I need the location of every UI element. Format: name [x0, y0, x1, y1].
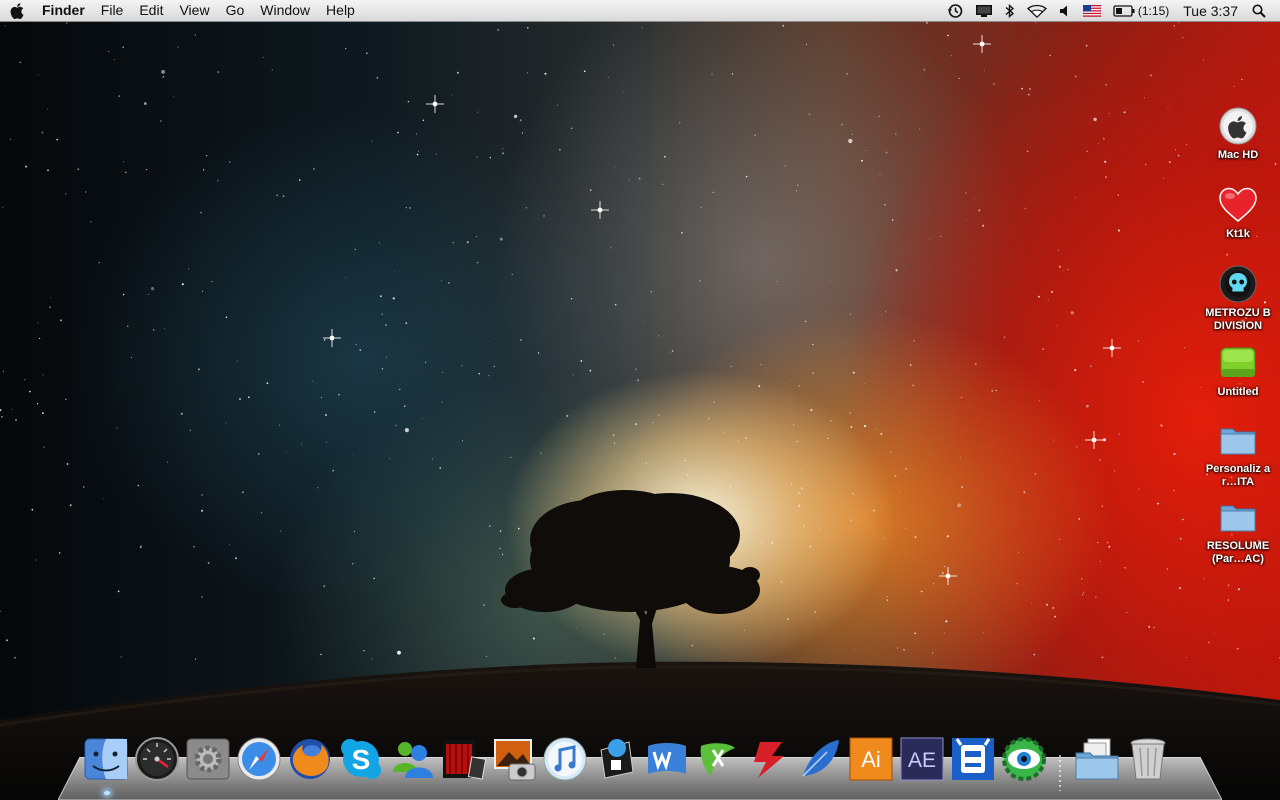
dock-illustrator[interactable]: Ai [845, 733, 896, 785]
dock-feather[interactable] [794, 733, 845, 785]
dashboard-icon [134, 737, 179, 781]
dock-robot-app[interactable] [947, 733, 998, 785]
volume-icon[interactable] [1053, 0, 1077, 21]
desktop-icon-label: Untitled [1217, 386, 1259, 398]
dock: S Ai AE [80, 733, 1173, 795]
battery-status[interactable]: (1:15) [1107, 0, 1175, 21]
spotlight-search-icon[interactable] [1246, 0, 1272, 21]
skype-icon: S [340, 739, 381, 779]
desktop-icon-metrozu[interactable]: METROZU BDIVISION [1203, 264, 1273, 333]
eye-app-icon [1001, 737, 1046, 781]
itunes-icon [543, 737, 586, 781]
apple-drive-icon [1218, 106, 1258, 146]
desktop-icon-label: Mac HD [1217, 149, 1259, 161]
battery-icon [1113, 4, 1135, 17]
desktop-icon-label: RESOLUME (Par…AC) [1206, 540, 1270, 565]
desktop-icon-label: METROZU BDIVISION [1205, 307, 1271, 332]
dock-front-row[interactable] [437, 733, 488, 785]
desktop-icon-personalizar[interactable]: Personaliz ar…ITA [1203, 420, 1273, 489]
illustrator-label: Ai [861, 747, 881, 772]
dock-separator [1049, 733, 1071, 791]
messenger-icon [392, 742, 433, 778]
dock-word[interactable] [641, 733, 692, 785]
dock-excel[interactable] [692, 733, 743, 785]
bluetooth-icon[interactable] [999, 0, 1021, 21]
running-indicator [104, 791, 110, 795]
app-menu-finder[interactable]: Finder [34, 0, 93, 21]
us-flag-input-icon[interactable] [1077, 0, 1107, 21]
folder-icon [1218, 420, 1258, 460]
dock-firefox[interactable] [284, 733, 335, 785]
dock-image-capture[interactable] [488, 733, 539, 785]
excel-icon [700, 743, 735, 776]
menu-bar: Finder File Edit View Go Window Help (1:… [0, 0, 1280, 22]
menubar-clock[interactable]: Tue 3:37 [1175, 3, 1246, 19]
menu-view[interactable]: View [171, 0, 217, 21]
wifi-icon[interactable] [1021, 0, 1053, 21]
dock-messenger[interactable] [386, 733, 437, 785]
dock-trash[interactable] [1122, 733, 1173, 785]
app-icon [599, 739, 634, 779]
desktop-icon-resolume[interactable]: RESOLUME (Par…AC) [1203, 497, 1273, 566]
finder-icon [84, 738, 127, 780]
menu-window[interactable]: Window [252, 0, 318, 21]
desktop-icon-mac-hd[interactable]: Mac HD [1203, 106, 1273, 162]
robot-app-icon [951, 738, 994, 780]
desktop-wallpaper [0, 0, 1280, 800]
skull-disc-icon [1218, 264, 1258, 304]
menu-file[interactable]: File [93, 0, 132, 21]
battery-time: (1:15) [1137, 3, 1170, 18]
green-drive-icon [1218, 343, 1258, 383]
tree-silhouette [0, 490, 1280, 800]
desktop-icon-label: Kt1k [1226, 228, 1250, 240]
after-effects-label: AE [907, 749, 935, 772]
documents-stack-icon [1075, 738, 1118, 780]
dock-after-effects[interactable]: AE [896, 733, 947, 785]
front-row-icon [442, 740, 486, 780]
desktop-icon-kt1k[interactable]: Kt1k [1203, 185, 1273, 241]
time-machine-icon[interactable] [941, 0, 969, 21]
desktop-icon-untitled[interactable]: Untitled [1203, 343, 1273, 399]
dock-documents-stack[interactable] [1071, 733, 1122, 785]
svg-text:S: S [351, 744, 370, 775]
dock-flash[interactable] [743, 733, 794, 785]
trash-icon [1130, 738, 1165, 780]
dock-finder[interactable] [80, 733, 131, 795]
menu-help[interactable]: Help [318, 0, 363, 21]
folder-icon [1218, 497, 1258, 537]
dock-skype[interactable]: S [335, 733, 386, 785]
firefox-icon [289, 739, 330, 779]
image-capture-icon [493, 739, 535, 781]
feather-icon [801, 740, 839, 777]
after-effects-icon: AE [900, 737, 943, 781]
dock-app[interactable] [590, 733, 641, 785]
desktop-icon-label: Personaliz ar…ITA [1205, 463, 1271, 488]
system-preferences-icon [186, 738, 229, 780]
dock-safari[interactable] [233, 733, 284, 785]
menu-go[interactable]: Go [218, 0, 253, 21]
dock-dashboard[interactable] [131, 733, 182, 785]
display-icon[interactable] [969, 0, 999, 21]
flash-icon [753, 742, 784, 778]
dock-itunes[interactable] [539, 733, 590, 785]
heart-icon [1218, 185, 1258, 225]
word-icon [647, 743, 686, 774]
menu-edit[interactable]: Edit [131, 0, 171, 21]
illustrator-icon: Ai [849, 737, 892, 781]
dock-system-preferences[interactable] [182, 733, 233, 785]
safari-icon [237, 737, 280, 781]
apple-menu-icon[interactable] [0, 0, 34, 21]
dock-eye-app[interactable] [998, 733, 1049, 785]
